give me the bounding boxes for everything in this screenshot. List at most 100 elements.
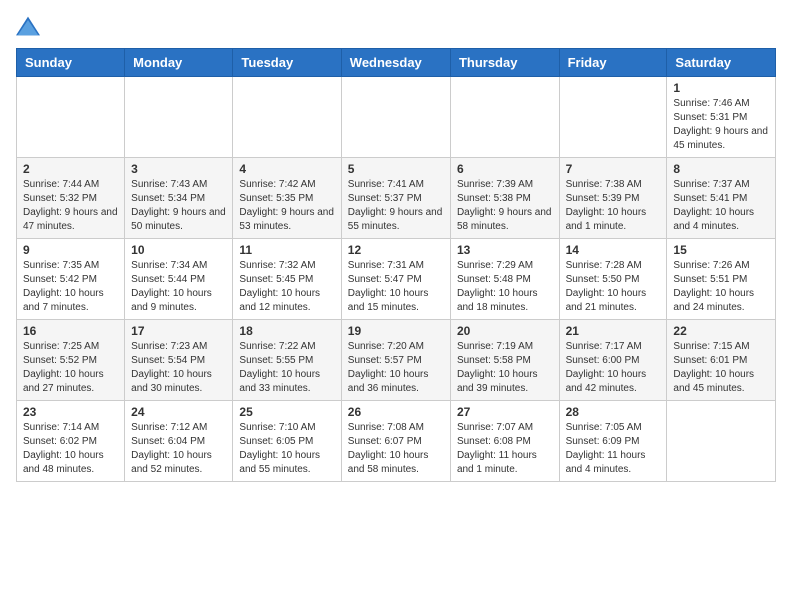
day-info: Sunrise: 7:39 AM Sunset: 5:38 PM Dayligh… xyxy=(457,178,553,234)
calendar-body: 1 Sunrise: 7:46 AM Sunset: 5:31 PM Daylig… xyxy=(17,77,776,482)
day-info: Sunrise: 7:29 AM Sunset: 5:48 PM Dayligh… xyxy=(457,259,553,315)
day-number: 22 xyxy=(673,324,769,338)
weekday-header-friday: Friday xyxy=(559,49,667,77)
day-info: Sunrise: 7:12 AM Sunset: 6:04 PM Dayligh… xyxy=(131,421,226,477)
day-info: Sunrise: 7:28 AM Sunset: 5:50 PM Dayligh… xyxy=(566,259,661,315)
day-info: Sunrise: 7:10 AM Sunset: 6:05 PM Dayligh… xyxy=(239,421,334,477)
day-number: 28 xyxy=(566,405,661,419)
calendar-cell: 10 Sunrise: 7:34 AM Sunset: 5:44 PM Dayli… xyxy=(125,239,233,320)
calendar-cell: 26 Sunrise: 7:08 AM Sunset: 6:07 PM Dayli… xyxy=(341,401,450,482)
calendar-cell: 2 Sunrise: 7:44 AM Sunset: 5:32 PM Daylig… xyxy=(17,158,125,239)
day-info: Sunrise: 7:05 AM Sunset: 6:09 PM Dayligh… xyxy=(566,421,661,477)
day-number: 1 xyxy=(673,81,769,95)
day-info: Sunrise: 7:08 AM Sunset: 6:07 PM Dayligh… xyxy=(348,421,444,477)
day-number: 16 xyxy=(23,324,118,338)
day-number: 26 xyxy=(348,405,444,419)
day-number: 8 xyxy=(673,162,769,176)
day-info: Sunrise: 7:15 AM Sunset: 6:01 PM Dayligh… xyxy=(673,340,769,396)
calendar-cell: 1 Sunrise: 7:46 AM Sunset: 5:31 PM Daylig… xyxy=(667,77,776,158)
day-info: Sunrise: 7:17 AM Sunset: 6:00 PM Dayligh… xyxy=(566,340,661,396)
weekday-header-monday: Monday xyxy=(125,49,233,77)
weekday-header-saturday: Saturday xyxy=(667,49,776,77)
calendar-cell: 19 Sunrise: 7:20 AM Sunset: 5:57 PM Dayli… xyxy=(341,320,450,401)
day-number: 5 xyxy=(348,162,444,176)
day-number: 21 xyxy=(566,324,661,338)
day-info: Sunrise: 7:34 AM Sunset: 5:44 PM Dayligh… xyxy=(131,259,226,315)
day-info: Sunrise: 7:32 AM Sunset: 5:45 PM Dayligh… xyxy=(239,259,334,315)
day-number: 19 xyxy=(348,324,444,338)
calendar-week-2: 2 Sunrise: 7:44 AM Sunset: 5:32 PM Daylig… xyxy=(17,158,776,239)
calendar-cell: 8 Sunrise: 7:37 AM Sunset: 5:41 PM Daylig… xyxy=(667,158,776,239)
day-number: 12 xyxy=(348,243,444,257)
day-number: 20 xyxy=(457,324,553,338)
calendar-cell: 24 Sunrise: 7:12 AM Sunset: 6:04 PM Dayli… xyxy=(125,401,233,482)
day-info: Sunrise: 7:43 AM Sunset: 5:34 PM Dayligh… xyxy=(131,178,226,234)
day-number: 24 xyxy=(131,405,226,419)
page-header xyxy=(16,16,776,36)
day-info: Sunrise: 7:26 AM Sunset: 5:51 PM Dayligh… xyxy=(673,259,769,315)
calendar-cell: 7 Sunrise: 7:38 AM Sunset: 5:39 PM Daylig… xyxy=(559,158,667,239)
calendar-cell: 5 Sunrise: 7:41 AM Sunset: 5:37 PM Daylig… xyxy=(341,158,450,239)
logo xyxy=(16,16,44,36)
day-number: 3 xyxy=(131,162,226,176)
calendar-cell: 17 Sunrise: 7:23 AM Sunset: 5:54 PM Dayli… xyxy=(125,320,233,401)
calendar-cell: 12 Sunrise: 7:31 AM Sunset: 5:47 PM Dayli… xyxy=(341,239,450,320)
day-info: Sunrise: 7:20 AM Sunset: 5:57 PM Dayligh… xyxy=(348,340,444,396)
calendar-cell xyxy=(450,77,559,158)
weekday-row: SundayMondayTuesdayWednesdayThursdayFrid… xyxy=(17,49,776,77)
weekday-header-wednesday: Wednesday xyxy=(341,49,450,77)
day-number: 2 xyxy=(23,162,118,176)
day-info: Sunrise: 7:46 AM Sunset: 5:31 PM Dayligh… xyxy=(673,97,769,153)
calendar-cell: 3 Sunrise: 7:43 AM Sunset: 5:34 PM Daylig… xyxy=(125,158,233,239)
day-number: 18 xyxy=(239,324,334,338)
calendar-cell: 14 Sunrise: 7:28 AM Sunset: 5:50 PM Dayli… xyxy=(559,239,667,320)
calendar-week-3: 9Sunrise: 7:35 AM Sunset: 5:42 PM Daylig… xyxy=(17,239,776,320)
day-number: 15 xyxy=(673,243,769,257)
day-number: 10 xyxy=(131,243,226,257)
calendar-cell xyxy=(667,401,776,482)
calendar-week-5: 23 Sunrise: 7:14 AM Sunset: 6:02 PM Dayli… xyxy=(17,401,776,482)
day-number: 14 xyxy=(566,243,661,257)
calendar-cell xyxy=(17,77,125,158)
weekday-header-thursday: Thursday xyxy=(450,49,559,77)
calendar-cell: 21 Sunrise: 7:17 AM Sunset: 6:00 PM Dayli… xyxy=(559,320,667,401)
calendar-cell xyxy=(233,77,341,158)
day-number: 6 xyxy=(457,162,553,176)
weekday-header-tuesday: Tuesday xyxy=(233,49,341,77)
calendar-cell: 11Sunrise: 7:32 AM Sunset: 5:45 PM Dayli… xyxy=(233,239,341,320)
calendar-cell: 4 Sunrise: 7:42 AM Sunset: 5:35 PM Daylig… xyxy=(233,158,341,239)
calendar-cell: 28 Sunrise: 7:05 AM Sunset: 6:09 PM Dayli… xyxy=(559,401,667,482)
weekday-header-sunday: Sunday xyxy=(17,49,125,77)
calendar-cell: 6 Sunrise: 7:39 AM Sunset: 5:38 PM Daylig… xyxy=(450,158,559,239)
day-number: 4 xyxy=(239,162,334,176)
day-info: Sunrise: 7:44 AM Sunset: 5:32 PM Dayligh… xyxy=(23,178,118,234)
calendar-cell: 27 Sunrise: 7:07 AM Sunset: 6:08 PM Dayli… xyxy=(450,401,559,482)
day-number: 9 xyxy=(23,243,118,257)
calendar-cell: 23 Sunrise: 7:14 AM Sunset: 6:02 PM Dayli… xyxy=(17,401,125,482)
day-info: Sunrise: 7:42 AM Sunset: 5:35 PM Dayligh… xyxy=(239,178,334,234)
calendar-cell: 18Sunrise: 7:22 AM Sunset: 5:55 PM Dayli… xyxy=(233,320,341,401)
calendar-week-4: 16Sunrise: 7:25 AM Sunset: 5:52 PM Dayli… xyxy=(17,320,776,401)
calendar-cell: 22 Sunrise: 7:15 AM Sunset: 6:01 PM Dayli… xyxy=(667,320,776,401)
day-number: 25 xyxy=(239,405,334,419)
day-number: 7 xyxy=(566,162,661,176)
calendar-cell: 20Sunrise: 7:19 AM Sunset: 5:58 PM Dayli… xyxy=(450,320,559,401)
day-number: 13 xyxy=(457,243,553,257)
calendar-table: SundayMondayTuesdayWednesdayThursdayFrid… xyxy=(16,48,776,482)
day-info: Sunrise: 7:07 AM Sunset: 6:08 PM Dayligh… xyxy=(457,421,553,477)
day-info: Sunrise: 7:31 AM Sunset: 5:47 PM Dayligh… xyxy=(348,259,444,315)
calendar-cell: 25 Sunrise: 7:10 AM Sunset: 6:05 PM Dayli… xyxy=(233,401,341,482)
day-info: Sunrise: 7:41 AM Sunset: 5:37 PM Dayligh… xyxy=(348,178,444,234)
day-number: 23 xyxy=(23,405,118,419)
day-info: Sunrise: 7:37 AM Sunset: 5:41 PM Dayligh… xyxy=(673,178,769,234)
calendar-cell: 13 Sunrise: 7:29 AM Sunset: 5:48 PM Dayli… xyxy=(450,239,559,320)
calendar-cell: 15 Sunrise: 7:26 AM Sunset: 5:51 PM Dayli… xyxy=(667,239,776,320)
day-info: Sunrise: 7:23 AM Sunset: 5:54 PM Dayligh… xyxy=(131,340,226,396)
calendar-cell xyxy=(125,77,233,158)
day-info: Sunrise: 7:14 AM Sunset: 6:02 PM Dayligh… xyxy=(23,421,118,477)
day-number: 27 xyxy=(457,405,553,419)
calendar-cell: 9Sunrise: 7:35 AM Sunset: 5:42 PM Daylig… xyxy=(17,239,125,320)
day-number: 17 xyxy=(131,324,226,338)
day-info: Sunrise: 7:38 AM Sunset: 5:39 PM Dayligh… xyxy=(566,178,661,234)
logo-icon xyxy=(16,16,40,36)
